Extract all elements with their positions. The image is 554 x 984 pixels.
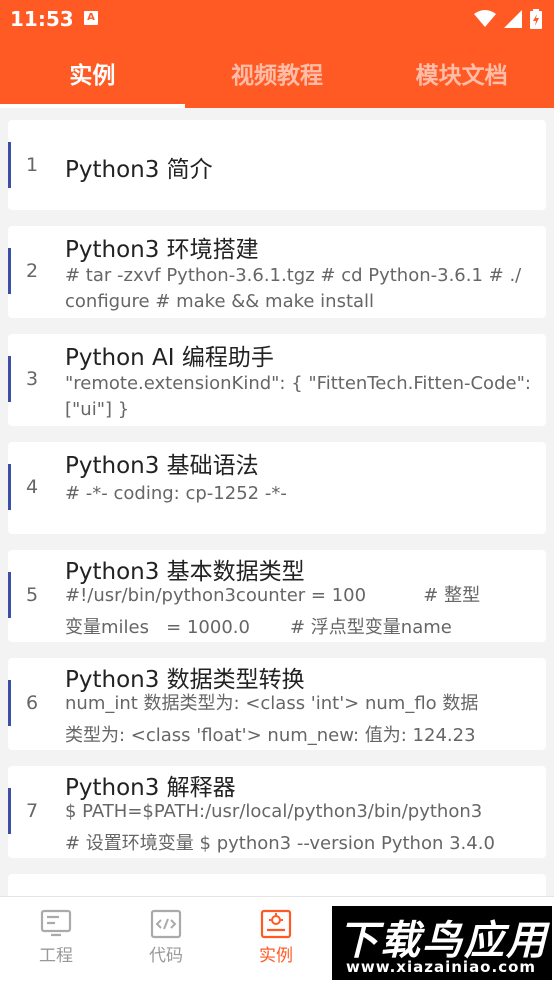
nav-label: 实例 [259,946,293,966]
list-item[interactable]: 5 Python3 基本数据类型 #!/usr/bin/python3count… [8,550,546,642]
item-description-line: # 设置环境变量 $ python3 --version Python 3.4.… [65,833,495,854]
item-accent-bar [8,142,11,188]
item-number: 4 [26,476,39,498]
item-number: 3 [26,368,39,390]
list-item[interactable]: 6 Python3 数据类型转换 num_int 数据类型为: <class '… [8,658,546,750]
list-item[interactable]: 2 Python3 环境搭建 # tar -zxvf Python-3.6.1.… [8,226,546,318]
item-accent-bar [8,680,11,726]
tab-video-tutorials[interactable]: 视频教程 [185,38,370,108]
watermark-logo: 下载鸟应用 www.xiazainiao.com [332,906,552,980]
tab-module-docs[interactable]: 模块文档 [369,38,554,108]
tab-examples[interactable]: 实例 [0,38,185,108]
item-title: Python3 简介 [65,157,213,183]
watermark-url: www.xiazainiao.com [346,958,537,976]
item-description-line: #!/usr/bin/python3counter = 100 # 整型 [65,585,481,606]
item-title: Python3 环境搭建 [65,237,259,263]
nav-item-code[interactable]: 代码 [116,909,216,966]
item-accent-bar [8,464,11,510]
status-time: 11:53 [10,7,74,31]
item-number: 1 [26,154,39,176]
app-notification-icon: A [84,11,98,25]
item-description-line: 类型为: <class 'float'> num_new: 值为: 124.23 [65,725,476,746]
nav-label: 工程 [39,946,73,966]
item-number: 6 [26,692,39,714]
item-number: 7 [26,800,39,822]
item-title: Python3 基础语法 [65,453,259,479]
list-item[interactable] [8,874,546,896]
project-icon [40,909,72,937]
nav-item-project[interactable]: 工程 [6,909,106,966]
item-title: Python AI 编程助手 [65,345,274,371]
example-icon [260,909,292,939]
battery-icon [530,9,542,29]
nav-item-examples[interactable]: 实例 [226,909,326,966]
item-number: 2 [26,260,39,282]
item-number: 5 [26,584,39,606]
code-icon [150,909,182,939]
nav-label: 代码 [149,946,183,966]
tab-bar: 实例 视频教程 模块文档 [0,38,554,108]
item-accent-bar [8,248,11,294]
item-accent-bar [8,356,11,402]
signal-icon [504,10,522,28]
list-item[interactable]: 1 Python3 简介 [8,120,546,210]
status-bar: 11:53 A [0,0,554,38]
item-description-line: ["ui"] } [65,399,130,420]
item-description-line: $ PATH=$PATH:/usr/local/python3/bin/pyth… [65,801,483,822]
item-description-line: 变量miles = 1000.0 # 浮点型变量name [65,617,452,638]
item-description-line: # -*- coding: cp-1252 -*- [65,483,287,504]
item-description-line: num_int 数据类型为: <class 'int'> num_flo 数据 [65,693,479,714]
example-list: 1 Python3 简介 2 Python3 环境搭建 # tar -zxvf … [0,108,554,896]
list-item[interactable]: 7 Python3 解释器 $ PATH=$PATH:/usr/local/py… [8,766,546,858]
item-accent-bar [8,572,11,618]
list-item[interactable]: 3 Python AI 编程助手 "remote.extensionKind":… [8,334,546,426]
status-icons [474,9,542,29]
item-description-line: configure # make && make install [65,291,375,312]
item-accent-bar [8,788,11,834]
wifi-icon [474,10,496,27]
list-item[interactable]: 4 Python3 基础语法 # -*- coding: cp-1252 -*- [8,442,546,534]
